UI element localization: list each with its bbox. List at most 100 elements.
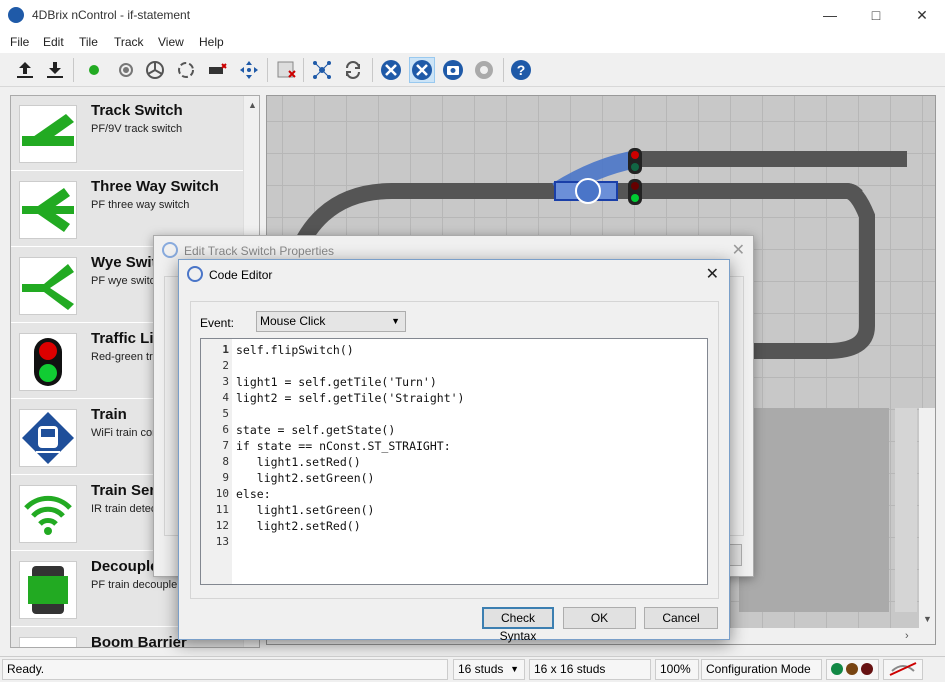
traffic-light-icon bbox=[19, 333, 77, 391]
palette-item-desc: PF/9V track switch bbox=[91, 123, 183, 135]
palette-item-desc: PF train decoupler bbox=[91, 579, 181, 591]
cancel-button[interactable]: Cancel bbox=[644, 607, 718, 629]
line-number: 4 bbox=[222, 391, 229, 404]
grid-select[interactable]: 16 studs ▼ bbox=[453, 659, 525, 680]
status-text: Ready. bbox=[2, 659, 448, 680]
palette-item-desc: PF wye switch bbox=[91, 275, 162, 287]
close-icon[interactable]: ✕ bbox=[706, 264, 719, 284]
grid-select-value: 16 studs bbox=[458, 662, 504, 676]
menu-tile[interactable]: Tile bbox=[79, 35, 98, 49]
gear-icon[interactable] bbox=[471, 57, 497, 83]
line-number: 2 bbox=[222, 359, 229, 372]
code-editor[interactable]: 1 2 3 4 5 6 7 8 9 10 11 12 13 self.flipSwitch() light… bbox=[200, 338, 708, 585]
line-number: 12 bbox=[215, 519, 229, 532]
wifi-sensor-icon bbox=[19, 485, 77, 543]
menu-help[interactable]: Help bbox=[199, 35, 224, 49]
canvas-vscrollbar[interactable]: ▼ bbox=[919, 408, 935, 628]
palette-item-name: Three Way Switch bbox=[91, 178, 219, 195]
toolbar: ? bbox=[0, 53, 945, 87]
signal-lights bbox=[826, 659, 879, 680]
chevron-down-icon: ▼ bbox=[391, 316, 400, 326]
boom-barrier-icon bbox=[19, 637, 77, 647]
event-label: Event: bbox=[200, 316, 235, 330]
line-number: 11 bbox=[215, 503, 229, 516]
menu-track[interactable]: Track bbox=[114, 35, 144, 49]
palette-item-desc: PF three way switch bbox=[91, 199, 190, 211]
code-line[interactable]: light1.setRed() bbox=[236, 455, 361, 469]
check-syntax-button[interactable]: Check Syntax bbox=[482, 607, 554, 643]
code-line[interactable]: state = self.getState() bbox=[236, 423, 395, 437]
delete-icon[interactable] bbox=[273, 57, 299, 83]
canvas-panel-scroll[interactable] bbox=[895, 408, 917, 612]
line-number: 8 bbox=[222, 455, 229, 468]
code-line[interactable]: else: bbox=[236, 487, 271, 501]
line-number-gutter: 1 2 3 4 5 6 7 8 9 10 11 12 13 bbox=[201, 339, 232, 584]
connection-status bbox=[883, 659, 923, 680]
code-line[interactable]: if state == nConst.ST_STRAIGHT: bbox=[236, 439, 451, 453]
zoom-level: 100% bbox=[655, 659, 699, 680]
palette-item-name: Track Switch bbox=[91, 102, 183, 119]
toolbar-separator bbox=[267, 58, 268, 82]
close-button[interactable]: ✕ bbox=[899, 0, 945, 31]
crosshair-icon[interactable] bbox=[236, 57, 262, 83]
camera-icon[interactable] bbox=[440, 57, 466, 83]
scroll-down-icon[interactable]: ▼ bbox=[923, 614, 932, 624]
menu-view[interactable]: View bbox=[158, 35, 184, 49]
upload-icon[interactable] bbox=[12, 57, 38, 83]
three-way-switch-icon bbox=[19, 181, 77, 239]
line-number: 10 bbox=[215, 487, 229, 500]
decoupler-icon[interactable] bbox=[204, 57, 230, 83]
code-line[interactable]: light2.setRed() bbox=[236, 519, 361, 533]
close-icon[interactable]: ✕ bbox=[732, 240, 745, 260]
tools-active-icon[interactable] bbox=[409, 57, 435, 83]
code-line[interactable]: self.flipSwitch() bbox=[236, 343, 354, 357]
palette-item-track-switch[interactable]: Track Switch PF/9V track switch bbox=[11, 96, 243, 171]
app-logo-icon bbox=[8, 7, 24, 23]
ok-button[interactable]: OK bbox=[563, 607, 636, 629]
code-dialog-title: Code Editor bbox=[209, 268, 273, 282]
status-bar: Ready. 16 studs ▼ 16 x 16 studs 100% Con… bbox=[0, 656, 945, 682]
tools-icon[interactable] bbox=[378, 57, 404, 83]
network-icon[interactable] bbox=[309, 57, 335, 83]
connect-icon[interactable] bbox=[81, 57, 107, 83]
canvas-panel bbox=[739, 408, 889, 612]
toolbar-separator bbox=[303, 58, 304, 82]
menu-file[interactable]: File bbox=[10, 35, 29, 49]
svg-text:?: ? bbox=[517, 62, 526, 78]
code-editor-dialog: Code Editor ✕ Event: Mouse Click ▼ 12345… bbox=[178, 259, 730, 643]
code-line[interactable]: light2 = self.getTile('Straight') bbox=[236, 391, 464, 405]
chevron-down-icon: ▼ bbox=[510, 664, 519, 674]
signal-icon[interactable] bbox=[113, 57, 139, 83]
minimize-button[interactable]: — bbox=[807, 0, 853, 31]
scroll-right-icon[interactable]: › bbox=[905, 630, 909, 642]
menu-edit[interactable]: Edit bbox=[43, 35, 64, 49]
line-number: 1 bbox=[222, 343, 229, 356]
toolbar-separator bbox=[372, 58, 373, 82]
help-icon[interactable]: ? bbox=[508, 57, 534, 83]
menu-bar: File Edit Tile Track View Help bbox=[0, 31, 945, 53]
wheel-icon[interactable] bbox=[142, 57, 168, 83]
code-line[interactable]: light2.setGreen() bbox=[236, 471, 375, 485]
line-number: 13 bbox=[215, 535, 229, 548]
line-number: 3 bbox=[222, 375, 229, 388]
maximize-button[interactable]: □ bbox=[853, 0, 899, 31]
code-line[interactable]: light1.setGreen() bbox=[236, 503, 375, 517]
wye-switch-icon bbox=[19, 257, 77, 315]
line-number: 6 bbox=[222, 423, 229, 436]
mode-indicator: Configuration Mode bbox=[701, 659, 822, 680]
train-icon bbox=[19, 409, 77, 467]
toolbar-separator bbox=[503, 58, 504, 82]
sync-icon[interactable] bbox=[340, 57, 366, 83]
track-switch-icon bbox=[19, 105, 77, 163]
title-bar: 4DBrix nControl - if-statement — □ ✕ bbox=[0, 0, 945, 31]
loop-icon[interactable] bbox=[173, 57, 199, 83]
scroll-up-icon[interactable]: ▲ bbox=[248, 100, 257, 110]
window-title: 4DBrix nControl - if-statement bbox=[32, 8, 191, 22]
dialog-logo-icon bbox=[162, 242, 178, 258]
event-select-value: Mouse Click bbox=[260, 314, 326, 328]
toolbar-separator bbox=[73, 58, 74, 82]
event-select[interactable]: Mouse Click ▼ bbox=[256, 311, 406, 332]
code-line[interactable]: light1 = self.getTile('Turn') bbox=[236, 375, 437, 389]
download-icon[interactable] bbox=[42, 57, 68, 83]
edit-dialog-title: Edit Track Switch Properties bbox=[184, 244, 335, 258]
